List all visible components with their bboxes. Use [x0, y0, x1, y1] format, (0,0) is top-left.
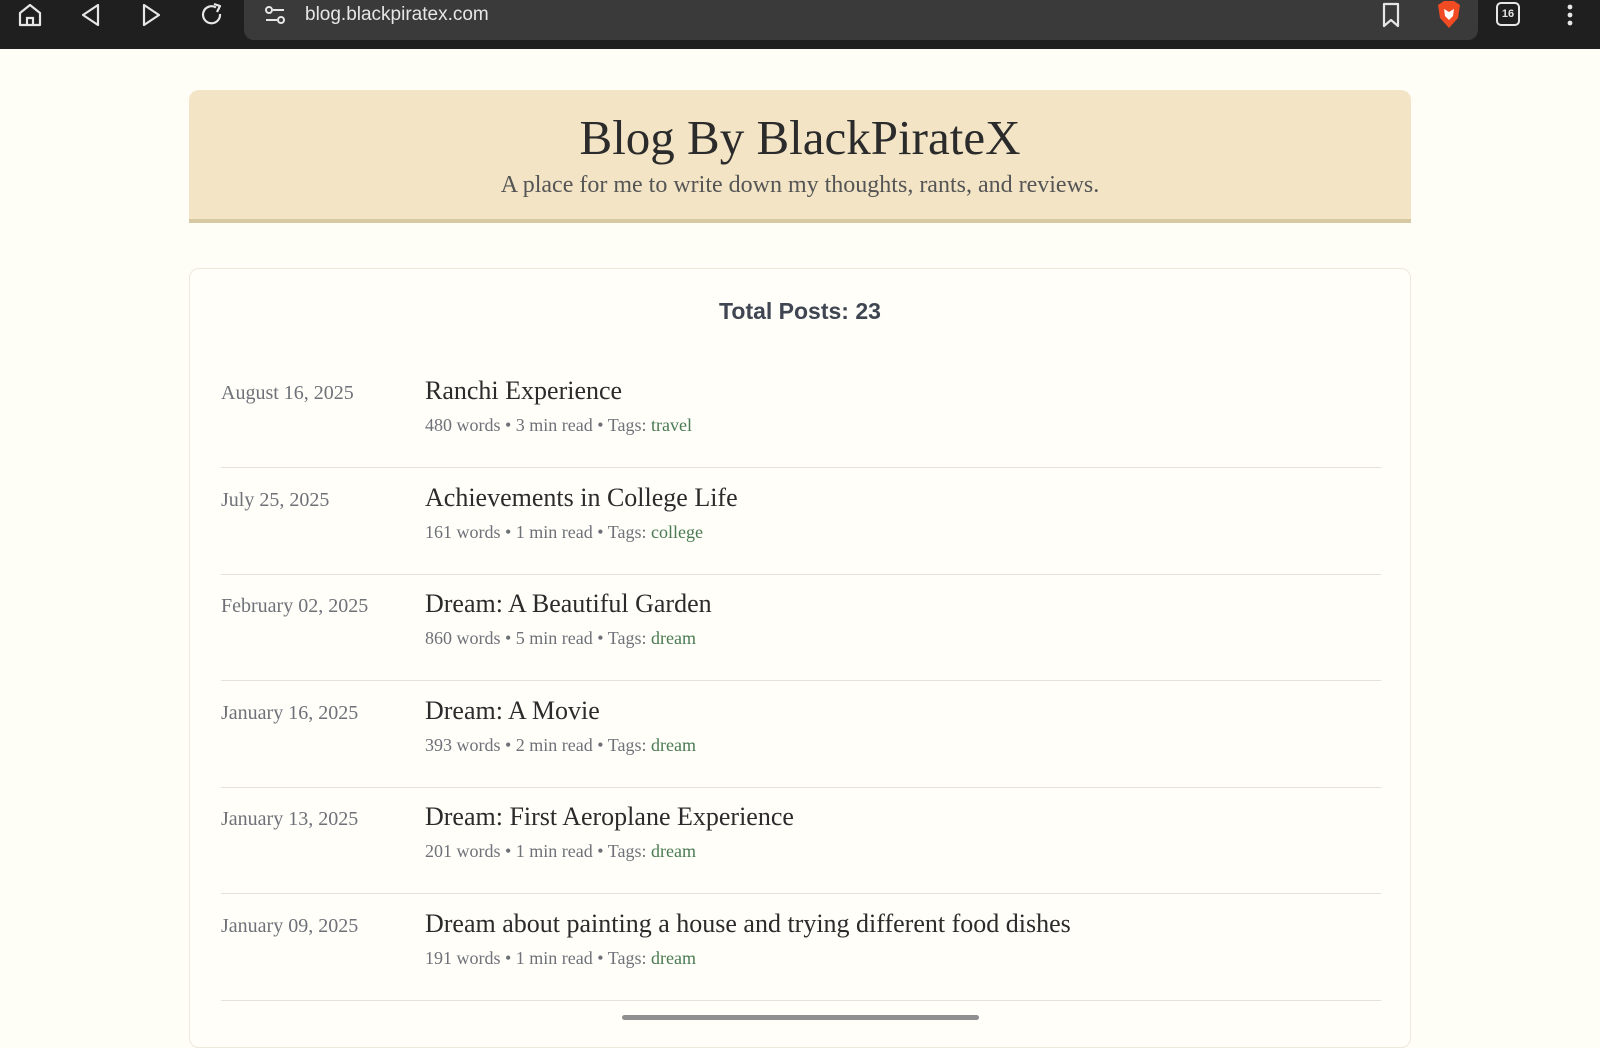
browser-toolbar: blog.blackpiratex.com 16: [0, 0, 1600, 49]
brave-shield-icon[interactable]: [1429, 0, 1469, 30]
post-meta: 393 words • 2 min read • Tags: dream: [425, 735, 696, 756]
reload-icon[interactable]: [192, 0, 232, 30]
posts-card: Total Posts: 23 August 16, 2025 Ranchi E…: [189, 268, 1411, 1048]
back-icon[interactable]: [71, 0, 111, 30]
total-posts: Total Posts: 23: [719, 298, 881, 324]
post-item[interactable]: January 13, 2025 Dream: First Aeroplane …: [221, 788, 1381, 894]
post-title-link[interactable]: Achievements in College Life: [425, 483, 738, 513]
site-settings-icon[interactable]: [262, 2, 288, 28]
post-date: January 13, 2025: [221, 808, 359, 830]
post-meta: 860 words • 5 min read • Tags: dream: [425, 628, 696, 649]
post-stats: 161 words • 1 min read • Tags:: [425, 522, 651, 542]
site-header: Blog By BlackPirateX A place for me to w…: [189, 90, 1411, 223]
post-title-link[interactable]: Dream: First Aeroplane Experience: [425, 802, 794, 832]
site-subtitle: A place for me to write down my thoughts…: [500, 172, 1100, 198]
post-date: January 16, 2025: [221, 702, 359, 724]
post-stats: 860 words • 5 min read • Tags:: [425, 628, 651, 648]
post-title-link[interactable]: Dream: A Movie: [425, 696, 600, 726]
post-item[interactable]: August 16, 2025 Ranchi Experience 480 wo…: [221, 362, 1381, 468]
url-text[interactable]: blog.blackpiratex.com: [305, 2, 489, 28]
address-bar[interactable]: blog.blackpiratex.com: [244, 0, 1478, 40]
post-tag-link[interactable]: dream: [651, 628, 696, 648]
post-meta: 201 words • 1 min read • Tags: dream: [425, 841, 696, 862]
site-title[interactable]: Blog By BlackPirateX: [189, 108, 1411, 168]
bookmark-icon[interactable]: [1371, 0, 1411, 30]
post-stats: 480 words • 3 min read • Tags:: [425, 415, 651, 435]
post-stats: 393 words • 2 min read • Tags:: [425, 735, 651, 755]
post-title-link[interactable]: Ranchi Experience: [425, 376, 622, 406]
post-meta: 480 words • 3 min read • Tags: travel: [425, 415, 692, 436]
post-title-link[interactable]: Dream: A Beautiful Garden: [425, 589, 712, 619]
post-meta: 161 words • 1 min read • Tags: college: [425, 522, 703, 543]
post-item[interactable]: January 16, 2025 Dream: A Movie 393 word…: [221, 682, 1381, 788]
post-item[interactable]: February 02, 2025 Dream: A Beautiful Gar…: [221, 575, 1381, 681]
post-meta: 191 words • 1 min read • Tags: dream: [425, 948, 696, 969]
post-title-link[interactable]: Dream about painting a house and trying …: [425, 909, 1071, 939]
forward-icon[interactable]: [131, 0, 171, 30]
post-item[interactable]: January 09, 2025 Dream about painting a …: [221, 895, 1381, 1001]
post-stats: 201 words • 1 min read • Tags:: [425, 841, 651, 861]
post-tag-link[interactable]: dream: [651, 948, 696, 968]
post-date: August 16, 2025: [221, 382, 354, 404]
post-tag-link[interactable]: travel: [651, 415, 692, 435]
post-item[interactable]: July 25, 2025 Achievements in College Li…: [221, 469, 1381, 575]
tabs-icon[interactable]: 16: [1496, 2, 1520, 26]
post-date: January 09, 2025: [221, 915, 359, 937]
post-date: July 25, 2025: [221, 489, 330, 511]
post-tag-link[interactable]: dream: [651, 735, 696, 755]
more-menu-icon[interactable]: [1550, 0, 1590, 30]
post-stats: 191 words • 1 min read • Tags:: [425, 948, 651, 968]
home-icon[interactable]: [10, 0, 50, 30]
post-tag-link[interactable]: college: [651, 522, 703, 542]
post-tag-link[interactable]: dream: [651, 841, 696, 861]
gesture-home-indicator[interactable]: [622, 1015, 979, 1020]
post-date: February 02, 2025: [221, 595, 369, 617]
